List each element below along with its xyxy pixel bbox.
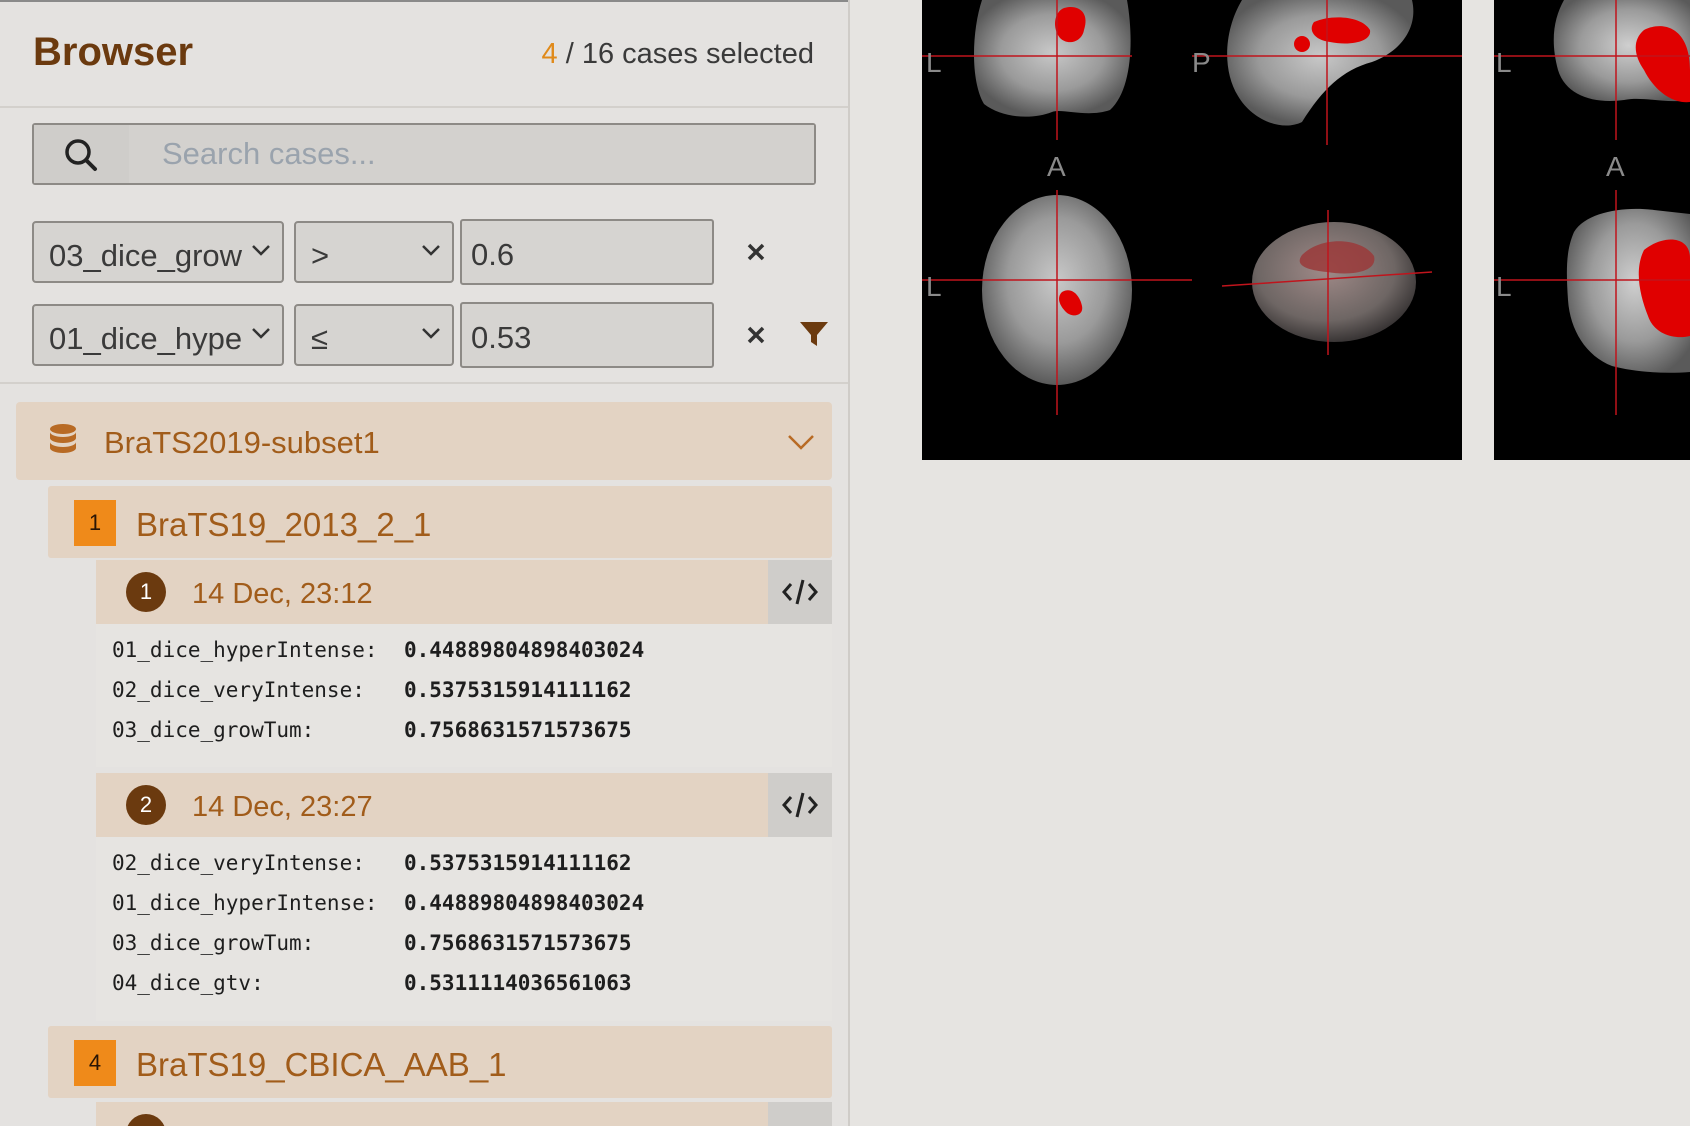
search-icon [34, 125, 129, 183]
lesion-mask [1294, 36, 1310, 52]
metric-key: 01_dice_hyperIntense: [112, 638, 378, 662]
sagittal-slice [1227, 0, 1414, 126]
chevron-down-icon [422, 328, 440, 339]
chevron-down-icon[interactable] [786, 432, 816, 452]
orientation-left: L [926, 271, 942, 302]
run-date: 14 Dec, 23:27 [192, 791, 373, 823]
metric-key: 02_dice_veryIntense: [112, 851, 365, 875]
case-header[interactable]: 4 BraTS19_CBICA_AAB_1 [48, 1026, 832, 1098]
filter-operator-select[interactable]: ≤ [294, 304, 454, 366]
metric-value: 0.44889804898403024 [404, 638, 645, 662]
selected-suffix: / 16 cases selected [557, 38, 814, 70]
metric-value: 0.5311114036561063 [404, 971, 632, 995]
filter-icon[interactable] [798, 318, 830, 350]
metric-key: 02_dice_veryIntense: [112, 678, 365, 702]
case-header[interactable]: 1 BraTS19_2013_2_1 [48, 486, 832, 558]
dataset-label: BraTS2019-subset1 [104, 425, 380, 460]
case-label: BraTS19_2013_2_1 [136, 506, 432, 543]
chevron-down-icon [252, 245, 270, 256]
code-button[interactable] [768, 560, 832, 624]
filter-row-1: 03_dice_grow > 0.6 [32, 219, 822, 287]
code-icon [782, 792, 818, 818]
metrics-list: 02_dice_veryIntense: 0.5375315914111162 0… [112, 851, 644, 1011]
remove-filter-icon[interactable] [739, 318, 773, 352]
run-entry: 2 14 Dec, 23:27 02_dice_veryIntense: 0.53… [96, 773, 832, 1021]
metric-value: 0.7568631571573675 [404, 931, 632, 955]
run-number: 1 [126, 572, 166, 612]
metric-row: 03_dice_growTum: 0.7568631571573675 [112, 931, 644, 971]
run-entry [96, 1102, 832, 1126]
run-header[interactable]: 2 14 Dec, 23:27 [96, 773, 832, 837]
metric-row: 01_dice_hyperIntense: 0.44889804898403024 [112, 891, 644, 931]
orientation-left: L [1496, 271, 1512, 302]
metric-row: 02_dice_veryIntense: 0.5375315914111162 [112, 678, 644, 718]
selection-count: 4 / 16 cases selected [542, 38, 814, 71]
run-number: 2 [126, 785, 166, 825]
filter-value-text: 0.6 [471, 237, 515, 272]
selected-number: 4 [541, 38, 558, 70]
page-title: Browser [33, 30, 194, 74]
case-browser-panel: Browser 4 / 16 cases selected 03_dice_gr… [0, 0, 850, 1126]
run-number [126, 1114, 166, 1126]
coronal-slice [974, 0, 1131, 117]
remove-filter-icon[interactable] [739, 235, 773, 269]
metrics-list: 01_dice_hyperIntense: 0.44889804898403024… [112, 638, 644, 758]
metric-value: 0.5375315914111162 [404, 851, 632, 875]
code-button[interactable] [768, 773, 832, 837]
metric-value: 0.5375315914111162 [404, 678, 632, 702]
metric-key: 04_dice_gtv: [112, 971, 264, 995]
filter-value-input[interactable]: 0.53 [460, 302, 714, 368]
filter-operator-value: ≤ [311, 321, 329, 356]
filter-value-input[interactable]: 0.6 [460, 219, 714, 285]
metric-row: 04_dice_gtv: 0.5311114036561063 [112, 971, 644, 1011]
browser-header: Browser 4 / 16 cases selected [0, 0, 848, 108]
chevron-down-icon [252, 328, 270, 339]
metric-row: 03_dice_growTum: 0.7568631571573675 [112, 718, 644, 758]
metric-key: 03_dice_growTum: [112, 718, 315, 742]
mri-viewer-2[interactable]: L A L [1494, 0, 1690, 460]
run-header[interactable] [96, 1102, 832, 1126]
run-entry: 1 14 Dec, 23:12 01_dice_hyperIntense: 0.4… [96, 560, 832, 767]
case-label: BraTS19_CBICA_AAB_1 [136, 1046, 507, 1083]
search-box [32, 123, 816, 185]
filter-field-value: 01_dice_hype [49, 321, 243, 356]
filter-value-text: 0.53 [471, 320, 532, 355]
orientation-anterior: A [1606, 151, 1625, 182]
dataset-group-header[interactable]: BraTS2019-subset1 [16, 402, 832, 480]
filter-operator-value: > [311, 238, 330, 273]
filter-row-2: 01_dice_hype ≤ 0.53 [32, 302, 828, 370]
search-input[interactable] [130, 125, 814, 183]
metric-value: 0.7568631571573675 [404, 718, 632, 742]
metric-row: 01_dice_hyperIntense: 0.44889804898403024 [112, 638, 644, 678]
code-icon [782, 579, 818, 605]
orientation-anterior: A [1047, 151, 1066, 182]
case-badge: 1 [74, 500, 116, 546]
mri-viewer-1[interactable]: L P A L [922, 0, 1462, 460]
divider [0, 382, 848, 384]
metric-row: 02_dice_veryIntense: 0.5375315914111162 [112, 851, 644, 891]
case-badge: 4 [74, 1040, 116, 1086]
orientation-left: L [926, 47, 942, 78]
metric-key: 03_dice_growTum: [112, 931, 315, 955]
chevron-down-icon [422, 245, 440, 256]
metric-value: 0.44889804898403024 [404, 891, 645, 915]
run-date: 14 Dec, 23:12 [192, 578, 373, 610]
filter-operator-select[interactable]: > [294, 221, 454, 283]
filter-field-value: 03_dice_grow [49, 238, 243, 273]
mri-quad-view: L A L [1494, 0, 1690, 415]
filter-field-select[interactable]: 03_dice_grow [32, 221, 284, 283]
filter-field-select[interactable]: 01_dice_hype [32, 304, 284, 366]
run-header[interactable]: 1 14 Dec, 23:12 [96, 560, 832, 624]
code-button[interactable] [768, 1102, 832, 1126]
mri-quad-view: L P A L [922, 0, 1462, 415]
orientation-left: L [1496, 47, 1512, 78]
metric-key: 01_dice_hyperIntense: [112, 891, 378, 915]
database-icon [50, 424, 76, 453]
orientation-posterior: P [1192, 47, 1211, 78]
